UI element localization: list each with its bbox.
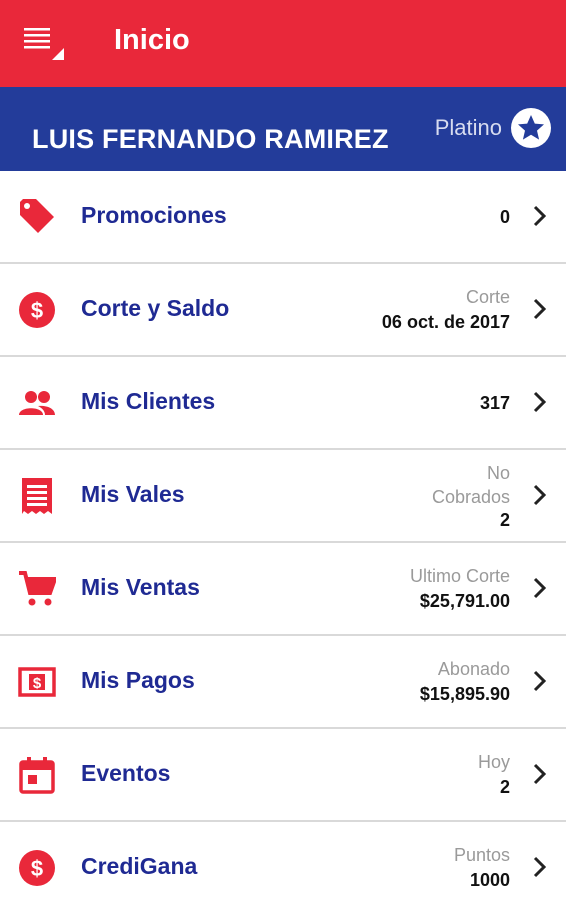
menu-item-mis-vales[interactable]: Mis Vales No Cobrados 2 [0, 450, 566, 543]
menu-item-meta: Corte 06 oct. de 2017 [382, 264, 510, 355]
menu-item-caption: Puntos [453, 844, 510, 865]
user-name: LUIS FERNANDO RAMIREZ [32, 124, 389, 154]
menu-item-mis-pagos[interactable]: $ Mis Pagos Abonado $15,895.90 [0, 636, 566, 729]
menu-item-value: 2 [499, 509, 510, 530]
tag-icon [20, 199, 54, 233]
menu-item-label: Mis Ventas [81, 574, 200, 600]
menu-item-meta: No Cobrados 2 [432, 450, 510, 541]
menu-item-eventos[interactable]: Eventos Hoy 2 [0, 729, 566, 822]
menu-item-caption: Ultimo Corte [409, 565, 510, 586]
menu-item-label: Eventos [81, 760, 171, 786]
chevron-right-icon [533, 577, 547, 599]
tier-label: Platino [434, 115, 502, 140]
menu-item-label: Promociones [81, 202, 227, 228]
menu-item-mis-clientes[interactable]: Mis Clientes 317 [0, 357, 566, 450]
menu-item-caption: Cobrados [431, 486, 510, 507]
people-icon [19, 391, 55, 415]
menu-item-caption: Corte [465, 286, 510, 307]
payment-icon: $ [18, 667, 56, 697]
star-icon [511, 108, 551, 148]
app-bar: Inicio [0, 0, 566, 87]
receipt-icon [22, 478, 52, 514]
menu-item-label: Mis Clientes [81, 388, 216, 414]
menu-item-caption-line1: No [486, 462, 510, 483]
menu-item-label: Mis Vales [81, 481, 185, 507]
svg-text:$: $ [33, 675, 42, 692]
menu-item-meta: 0 [500, 171, 510, 262]
menu-item-caption: Abonado [437, 658, 510, 679]
menu-item-caption: Hoy [477, 751, 510, 772]
menu-item-meta: Ultimo Corte $25,791.00 [410, 543, 510, 634]
menu-item-value: 1000 [469, 869, 510, 890]
chevron-right-icon [533, 391, 547, 413]
menu-item-meta: 317 [480, 357, 510, 448]
menu-item-meta: Hoy 2 [478, 729, 510, 820]
menu-item-value: 06 oct. de 2017 [381, 311, 510, 332]
menu-item-promociones[interactable]: Promociones 0 [0, 171, 566, 264]
chevron-right-icon [533, 763, 547, 785]
menu-item-credigana[interactable]: $ CrediGana Puntos 1000 [0, 822, 566, 913]
menu-item-mis-ventas[interactable]: Mis Ventas Ultimo Corte $25,791.00 [0, 543, 566, 636]
menu-icon[interactable] [22, 22, 64, 64]
menu-item-value: 0 [499, 206, 510, 227]
menu-item-value: 2 [499, 776, 510, 797]
chevron-right-icon [533, 856, 547, 878]
menu-item-meta: Abonado $15,895.90 [420, 636, 510, 727]
tier-badge: Platino [435, 107, 552, 149]
dollar-icon: $ [19, 850, 55, 886]
menu-item-label: Mis Pagos [81, 667, 195, 693]
svg-text:$: $ [31, 298, 43, 323]
user-bar: LUIS FERNANDO RAMIREZ Platino [0, 87, 566, 171]
cart-icon [19, 571, 56, 606]
menu-item-meta: Puntos 1000 [454, 822, 510, 913]
menu-item-corte-y-saldo[interactable]: $ Corte y Saldo Corte 06 oct. de 2017 [0, 264, 566, 357]
menu-item-value: $25,791.00 [419, 590, 510, 611]
chevron-right-icon [533, 298, 547, 320]
chevron-right-icon [533, 484, 547, 506]
menu-item-value: 317 [479, 392, 510, 413]
calendar-icon [19, 757, 55, 794]
dollar-icon: $ [19, 292, 55, 328]
menu-item-label: CrediGana [81, 853, 198, 879]
chevron-right-icon [533, 670, 547, 692]
chevron-right-icon [533, 205, 547, 227]
menu-list: Promociones 0 $ Corte y Saldo Corte 06 o… [0, 171, 566, 913]
menu-item-label: Corte y Saldo [81, 295, 230, 321]
page-title: Inicio [114, 24, 190, 56]
svg-text:$: $ [31, 856, 43, 881]
menu-item-value: $15,895.90 [419, 683, 510, 704]
